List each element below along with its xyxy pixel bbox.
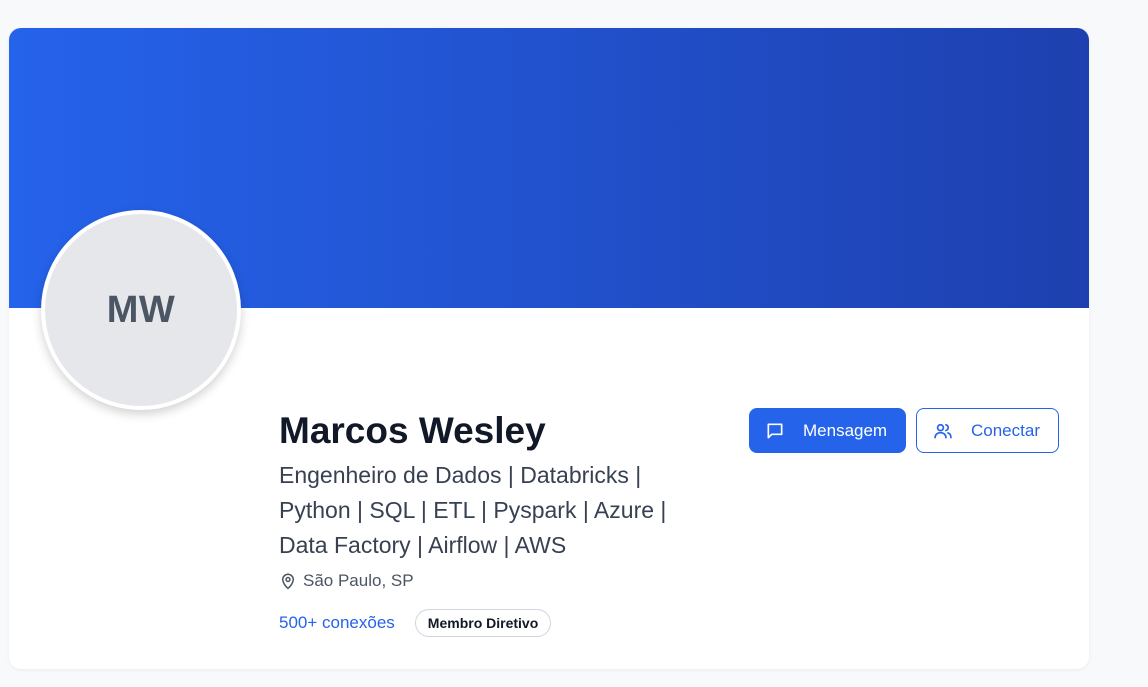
avatar-initials: MW: [106, 288, 176, 331]
avatar: MW: [41, 210, 241, 410]
connections-link[interactable]: 500+ conexões: [279, 613, 395, 633]
chat-bubble-icon: [765, 421, 785, 441]
profile-name: Marcos Wesley: [279, 410, 546, 451]
profile-card: MW Marcos Wesley Engenheiro de Dados | D…: [9, 28, 1089, 669]
message-button-label: Mensagem: [803, 420, 888, 440]
member-badge: Membro Diretivo: [414, 609, 552, 637]
connect-button-label: Conectar: [971, 420, 1040, 440]
location-text: São Paulo, SP: [303, 571, 414, 590]
map-pin-icon: [282, 573, 294, 590]
users-icon: [933, 421, 953, 441]
message-button[interactable]: Mensagem: [749, 408, 906, 453]
connect-button[interactable]: Conectar: [916, 408, 1059, 453]
profile-location: São Paulo, SP: [279, 571, 709, 591]
profile-meta: 500+ conexões Membro Diretivo: [279, 609, 709, 637]
profile-headline: Engenheiro de Dados | Databricks | Pytho…: [279, 462, 667, 558]
profile-actions: Mensagem Conectar: [749, 408, 1059, 453]
profile-info: Marcos Wesley Engenheiro de Dados | Data…: [279, 408, 709, 637]
